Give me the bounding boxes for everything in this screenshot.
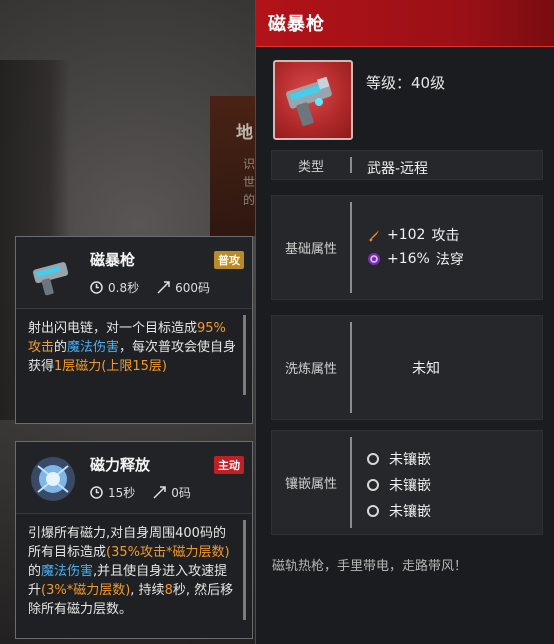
penetration-attr: +16% 法穿 (367, 249, 464, 269)
skill-stats: 0.8秒 600码 (90, 279, 210, 296)
description-text: , 持续 (130, 583, 165, 598)
empty-socket-icon (367, 479, 379, 491)
description-scrollbar[interactable] (243, 520, 246, 620)
attack-name: 攻击 (431, 228, 460, 244)
skill-stats: 15秒 0码 (90, 484, 191, 501)
socket-label: 未镶嵌 (389, 478, 431, 494)
socket-slot-2[interactable]: 未镶嵌 (367, 475, 431, 495)
base-attr-row: 基础属性 +102 攻击 +16% 法穿 (271, 195, 543, 300)
penetration-value: +16% (387, 251, 430, 267)
item-name: 磁暴枪 (268, 14, 325, 35)
cooldown-value: 15秒 (108, 486, 136, 500)
background-sub-char-2: 世 (243, 175, 256, 189)
skill-type-badge: 主动 (214, 456, 244, 474)
refine-attr-value: 未知 (412, 361, 440, 377)
skill-description: 射出闪电链，对一个目标造成95%攻击的魔法伤害，每次普攻会使自身获得1层磁力(上… (16, 309, 252, 384)
skill-card-basic-attack[interactable]: 磁暴枪 普攻 0.8秒 600码 射出闪电链，对一个目标造成95%攻击的魔法伤害… (15, 236, 253, 424)
inlay-attr-label: 镶嵌属性 (284, 477, 337, 492)
range-value: 0码 (171, 486, 191, 500)
description-text: 的 (28, 564, 42, 579)
empty-socket-icon (367, 505, 379, 517)
socket-slot-1[interactable]: 未镶嵌 (367, 449, 431, 469)
cooldown-value: 0.8秒 (108, 281, 140, 295)
type-label: 类型 (297, 159, 324, 175)
base-attr-divider (350, 202, 352, 293)
range-icon (153, 486, 167, 499)
attack-value: +102 (387, 227, 426, 243)
range-stat: 600码 (157, 279, 210, 296)
range-value: 600码 (175, 281, 210, 295)
socket-label: 未镶嵌 (389, 452, 431, 468)
refine-attr-row: 洗炼属性 未知 (271, 315, 543, 420)
type-row: 类型 武器-远程 (271, 150, 543, 180)
cooldown-icon (90, 486, 103, 499)
item-detail-header: 磁暴枪 (256, 0, 554, 47)
highlight-text: (35%攻击*磁力层数) (106, 545, 230, 560)
magnetic-gun-icon[interactable] (273, 60, 353, 140)
refine-attr-label: 洗炼属性 (284, 362, 337, 377)
item-level: 等级：40级 (366, 72, 445, 93)
skill-card-active[interactable]: 磁力释放 主动 15秒 0码 引爆所有磁力,对自身周围400码的所有目标造成(3… (15, 441, 253, 639)
highlight-text: 魔法伤害 (41, 564, 94, 579)
background-sub-char-3: 的 (243, 193, 256, 207)
penetration-name: 法穿 (435, 252, 464, 268)
background-title-char: 地 (236, 123, 253, 143)
skill-name: 磁力释放 (90, 456, 151, 474)
item-flavor-text: 磁轨热枪，手里带电，走路带风！ (272, 559, 468, 574)
level-value: 40级 (411, 74, 446, 92)
refine-attr-divider (350, 322, 352, 413)
item-detail-panel: 磁暴枪 等级：40级 类型 武器-远程 基础属性 +102 攻击 +16% 法穿… (255, 0, 554, 644)
attack-icon (369, 230, 379, 242)
skill-description: 引爆所有磁力,对自身周围400码的所有目标造成(35%攻击*磁力层数)的魔法伤害… (16, 514, 252, 627)
background-sub-char-1: 识 (243, 157, 256, 171)
inlay-attr-divider (350, 437, 352, 528)
cooldown-stat: 0.8秒 (90, 279, 139, 296)
description-text: 射出闪电链，对一个目标造成 (28, 321, 198, 336)
highlight-text: 魔法伤害 (67, 340, 120, 355)
range-stat: 0码 (153, 484, 191, 501)
base-attr-label: 基础属性 (284, 242, 337, 257)
type-divider (350, 157, 352, 173)
highlight-text: 1层磁力(上限15层) (54, 359, 167, 374)
socket-label: 未镶嵌 (389, 504, 431, 520)
inlay-attr-row: 镶嵌属性 未镶嵌 未镶嵌 未镶嵌 (271, 430, 543, 535)
penetration-icon (368, 253, 380, 265)
socket-slot-3[interactable]: 未镶嵌 (367, 501, 431, 521)
base-attr-list: +102 攻击 +16% 法穿 (367, 225, 464, 273)
magnetic-release-skill-icon (28, 454, 78, 504)
skill-card-header: 磁暴枪 普攻 0.8秒 600码 (16, 237, 252, 309)
empty-socket-icon (367, 453, 379, 465)
highlight-text: (3%*磁力层数) (41, 583, 131, 598)
attack-attr: +102 攻击 (367, 225, 464, 245)
cooldown-icon (90, 281, 103, 294)
socket-list: 未镶嵌 未镶嵌 未镶嵌 (367, 449, 431, 527)
description-scrollbar[interactable] (243, 315, 246, 395)
cooldown-stat: 15秒 (90, 484, 135, 501)
skill-card-header: 磁力释放 主动 15秒 0码 (16, 442, 252, 514)
skill-name: 磁暴枪 (90, 251, 136, 269)
skill-type-badge: 普攻 (214, 251, 244, 269)
magnetic-gun-skill-icon (28, 249, 78, 299)
type-value: 武器-远程 (367, 161, 429, 177)
range-icon (157, 281, 170, 294)
description-text: 的 (54, 340, 68, 355)
highlight-text: 8 (164, 583, 173, 598)
level-label: 等级： (366, 74, 412, 92)
